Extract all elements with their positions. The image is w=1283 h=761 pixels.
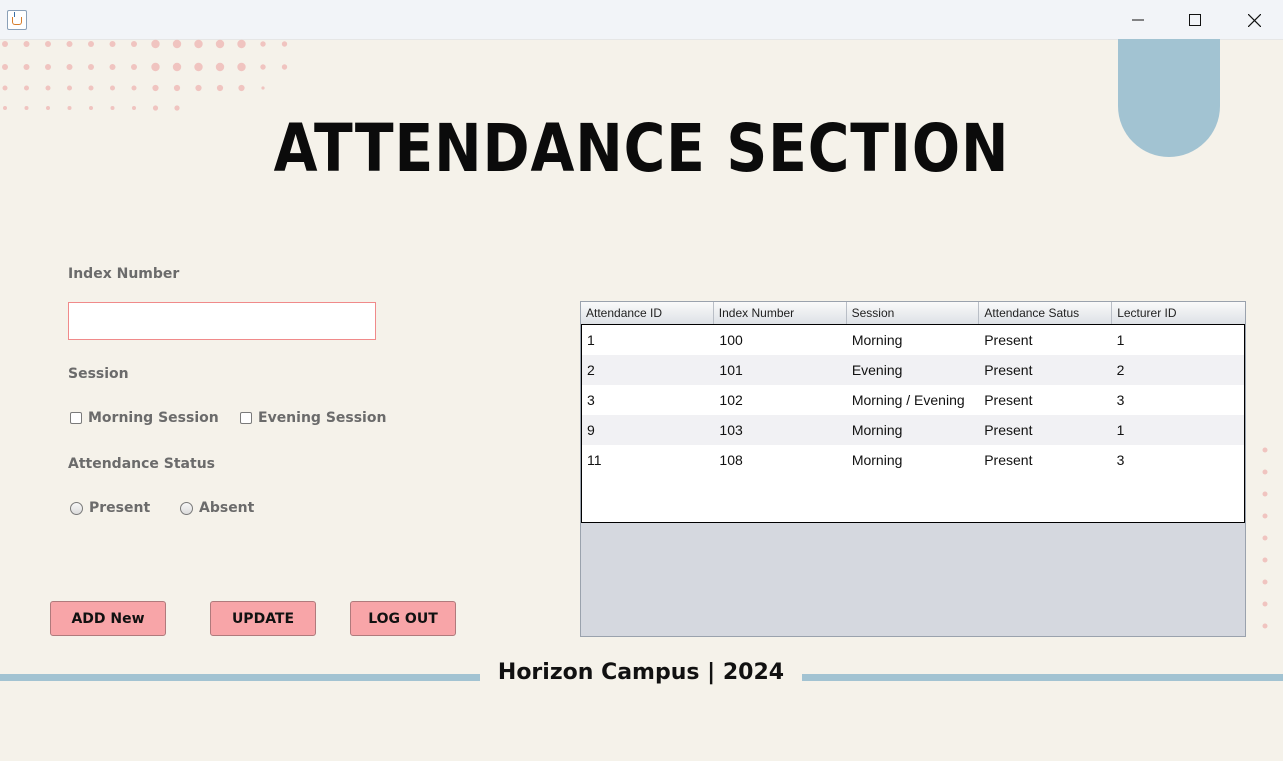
attendance-status-label: Attendance Status bbox=[68, 456, 215, 472]
table-cell: Present bbox=[984, 392, 1033, 408]
session-label: Session bbox=[68, 366, 129, 382]
morning-session-checkbox[interactable]: Morning Session bbox=[70, 410, 219, 426]
maximize-icon bbox=[1189, 14, 1201, 26]
index-number-label: Index Number bbox=[68, 266, 180, 282]
minimize-icon bbox=[1132, 19, 1144, 21]
table-cell: 1 bbox=[1116, 332, 1125, 348]
table-cell: Evening bbox=[851, 362, 903, 378]
table-cell: Morning / Evening bbox=[851, 392, 965, 408]
add-new-button[interactable]: ADD New bbox=[50, 601, 166, 636]
decorative-dots-top-left bbox=[2, 39, 288, 111]
page-title: ATTENDANCE SECTION bbox=[273, 110, 1010, 187]
table-cell: Present bbox=[984, 362, 1033, 378]
table-cell: 9 bbox=[587, 422, 595, 438]
table-cell: 3 bbox=[1116, 392, 1125, 408]
table-cell: 108 bbox=[719, 452, 743, 468]
attendance-table[interactable]: Attendance ID Index Number Session Atten… bbox=[580, 301, 1246, 637]
table-row[interactable]: 2 101 Evening Present 2 bbox=[582, 355, 1244, 385]
table-cell: 103 bbox=[719, 422, 743, 438]
window-title-bar bbox=[0, 0, 1283, 40]
close-icon bbox=[1247, 13, 1261, 27]
decorative-dots-right bbox=[1262, 447, 1268, 629]
table-cell: 2 bbox=[1116, 362, 1125, 378]
java-app-icon bbox=[7, 10, 27, 30]
update-button[interactable]: UPDATE bbox=[210, 601, 316, 636]
table-cell: 3 bbox=[587, 392, 595, 408]
table-cell: Present bbox=[984, 452, 1033, 468]
table-cell: Present bbox=[984, 332, 1033, 348]
table-cell: Morning bbox=[851, 422, 903, 438]
footer-line-right bbox=[802, 674, 1283, 681]
column-header-lecturer-id[interactable]: Lecturer ID bbox=[1112, 302, 1245, 324]
close-button[interactable] bbox=[1234, 6, 1274, 34]
table-row[interactable]: 3 102 Morning / Evening Present 3 bbox=[582, 385, 1244, 415]
minimize-button[interactable] bbox=[1118, 6, 1158, 34]
column-header-index-number[interactable]: Index Number bbox=[714, 302, 847, 324]
table-cell: 102 bbox=[719, 392, 743, 408]
maximize-button[interactable] bbox=[1175, 6, 1215, 34]
column-header-session[interactable]: Session bbox=[847, 302, 980, 324]
radio-circle[interactable] bbox=[180, 501, 193, 515]
table-cell: 101 bbox=[719, 362, 743, 378]
table-row[interactable]: 1 100 Morning Present 1 bbox=[582, 325, 1244, 355]
footer-line-left bbox=[0, 674, 480, 681]
table-cell: 1 bbox=[587, 332, 595, 348]
table-body: 1 100 Morning Present 1 2 101 Evening Pr… bbox=[581, 324, 1245, 523]
present-radio[interactable]: Present bbox=[70, 500, 150, 516]
evening-session-label: Evening Session bbox=[258, 410, 387, 426]
table-row[interactable]: 9 103 Morning Present 1 bbox=[582, 415, 1244, 445]
index-number-input[interactable] bbox=[68, 302, 376, 340]
radio-circle[interactable] bbox=[70, 501, 83, 515]
checkbox-box[interactable] bbox=[70, 412, 82, 424]
logout-button[interactable]: LOG OUT bbox=[350, 601, 456, 636]
table-cell: 2 bbox=[587, 362, 595, 378]
table-cell: Present bbox=[984, 422, 1033, 438]
present-label: Present bbox=[89, 500, 151, 516]
table-header: Attendance ID Index Number Session Atten… bbox=[581, 302, 1245, 325]
footer-text: Horizon Campus | 2024 bbox=[497, 660, 785, 685]
table-cell: 3 bbox=[1116, 452, 1125, 468]
absent-radio[interactable]: Absent bbox=[180, 500, 254, 516]
table-cell: 100 bbox=[719, 332, 743, 348]
morning-session-label: Morning Session bbox=[88, 410, 219, 426]
table-cell: Morning bbox=[851, 452, 903, 468]
checkbox-box[interactable] bbox=[240, 412, 252, 424]
evening-session-checkbox[interactable]: Evening Session bbox=[240, 410, 386, 426]
table-cell: Morning bbox=[851, 332, 903, 348]
table-cell: 11 bbox=[587, 452, 602, 468]
table-cell: 1 bbox=[1116, 422, 1125, 438]
column-header-attendance-status[interactable]: Attendance Satus bbox=[979, 302, 1113, 324]
column-header-attendance-id[interactable]: Attendance ID bbox=[581, 302, 714, 324]
absent-label: Absent bbox=[199, 500, 255, 516]
table-row[interactable]: 11 108 Morning Present 3 bbox=[582, 445, 1244, 475]
